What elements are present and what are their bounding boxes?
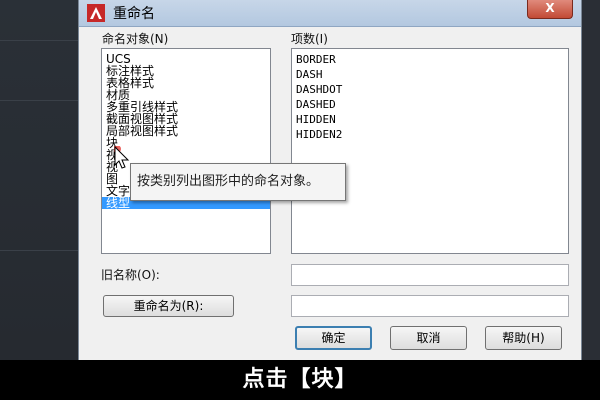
dialog-titlebar[interactable]: 重命名 X [79,0,581,27]
dialog-title: 重命名 [113,6,155,22]
list-item[interactable]: DASH [292,67,568,82]
background-left [0,0,78,360]
background-divider [0,100,78,101]
video-caption: 点击【块】 [0,360,600,400]
background-right [582,0,600,360]
list-item[interactable]: HIDDEN [292,112,568,127]
list-item[interactable]: HIDDEN2 [292,127,568,142]
rename-to-field[interactable] [291,295,569,317]
autocad-app-icon [87,4,105,22]
items-list[interactable]: BORDER DASH DASHDOT DASHED HIDDEN HIDDEN2 [291,48,569,254]
items-label: 项数(I) [291,32,328,46]
list-item[interactable]: DASHED [292,97,568,112]
ok-button[interactable]: 确定 [295,326,372,350]
rename-to-button[interactable]: 重命名为(R): [103,295,234,317]
tooltip: 按类别列出图形中的命名对象。 [130,163,346,201]
close-button[interactable]: X [527,0,573,19]
list-item[interactable]: BORDER [292,52,568,67]
help-button[interactable]: 帮助(H) [485,326,562,350]
old-name-label: 旧名称(O): [101,268,160,282]
list-item[interactable]: 局部视图样式 [102,125,270,137]
background-divider [0,250,78,251]
cancel-button[interactable]: 取消 [390,326,467,350]
named-objects-label: 命名对象(N) [102,32,169,46]
old-name-field [291,264,569,286]
list-item[interactable]: DASHDOT [292,82,568,97]
mouse-cursor-icon [114,146,130,169]
background-divider [0,40,78,41]
